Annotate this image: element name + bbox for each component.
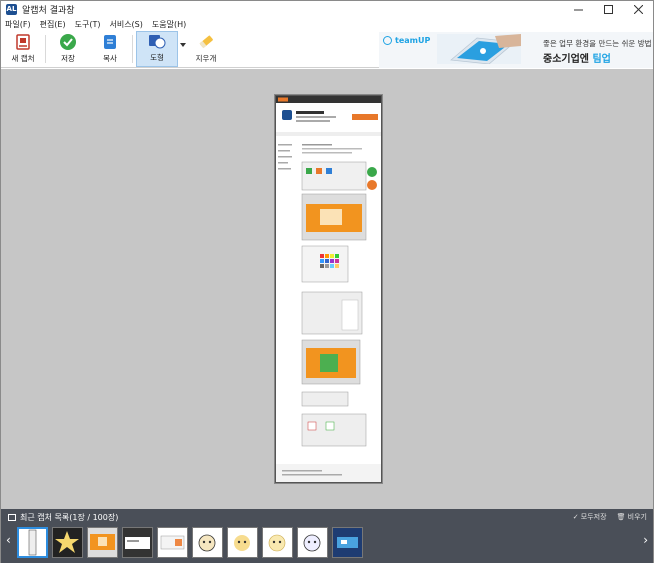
recent-captures-list — [17, 527, 367, 558]
copy-button[interactable]: 복사 — [95, 31, 125, 67]
shape-icon — [149, 35, 166, 49]
eraser-button[interactable]: 지우개 — [191, 31, 221, 67]
shape-dropdown[interactable] — [178, 31, 187, 67]
check-icon — [60, 34, 76, 50]
menu-help[interactable]: 도움말(H) — [152, 19, 186, 30]
ad-brand: teamUP — [383, 36, 430, 45]
minimize-icon — [573, 9, 583, 11]
thumbnail-image — [263, 528, 292, 557]
eraser-label: 지우개 — [195, 54, 217, 63]
ad-banner[interactable]: teamUP 좋은 업무 환경을 만드는 쉬운 방법 중소기업엔 팀업 — [379, 32, 653, 68]
shape-button[interactable]: 도형 — [136, 31, 178, 67]
minimize-button[interactable] — [563, 1, 593, 18]
capture-thumbnail[interactable] — [52, 527, 83, 558]
capture-thumbnail[interactable] — [227, 527, 258, 558]
capture-thumbnail[interactable] — [17, 527, 48, 558]
new-capture-label: 새 캡처 — [11, 54, 35, 63]
new-capture-icon — [16, 34, 30, 50]
ad-tagline: 좋은 업무 환경을 만드는 쉬운 방법 — [543, 39, 652, 48]
menu-edit[interactable]: 편집(E) — [40, 19, 66, 30]
toolbar-separator — [132, 35, 133, 63]
thumbnail-image — [333, 528, 362, 557]
menu-bar: 파일(F) 편집(E) 도구(T) 서비스(S) 도움말(H) — [1, 18, 195, 31]
close-icon — [633, 5, 643, 14]
maximize-button[interactable] — [593, 1, 623, 18]
menu-service[interactable]: 서비스(S) — [109, 19, 142, 30]
recent-captures-title: 최근 캡처 목록(1장 / 100장) — [20, 513, 119, 522]
save-all-button[interactable]: ✓ 모두저장 — [573, 512, 607, 522]
gallery-icon — [8, 514, 16, 521]
ad-brand-label: teamUP — [395, 36, 431, 45]
thumbnail-image — [53, 528, 82, 557]
thumbnail-image — [88, 528, 117, 557]
recent-captures-header: 최근 캡처 목록(1장 / 100장) — [8, 512, 118, 523]
thumbnail-image — [19, 529, 46, 556]
save-button[interactable]: 저장 — [53, 31, 83, 67]
window-controls — [563, 1, 653, 18]
clear-list-button[interactable]: 🗑 비우기 — [617, 512, 647, 522]
result-window: AL 알캡처 결과창 파일(F) 편집(E) 도구(T) 서비스(S) 도움말(… — [0, 0, 654, 563]
thumbnail-image — [123, 528, 152, 557]
app-icon: AL — [6, 4, 17, 15]
capture-thumbnail[interactable] — [332, 527, 363, 558]
thumbnail-image — [193, 528, 222, 557]
menu-tools[interactable]: 도구(T) — [75, 19, 101, 30]
toolbar-separator — [45, 35, 46, 63]
capture-thumbnail[interactable] — [122, 527, 153, 558]
thumbnail-image — [158, 528, 187, 557]
capture-thumbnail[interactable] — [192, 527, 223, 558]
chevron-down-icon — [179, 43, 186, 47]
save-label: 저장 — [61, 54, 75, 63]
window-title: 알캡처 결과창 — [22, 6, 75, 16]
shape-label: 도형 — [150, 53, 164, 62]
thumbnail-image — [298, 528, 327, 557]
capture-thumbnail[interactable] — [262, 527, 293, 558]
close-button[interactable] — [623, 1, 653, 18]
copy-icon — [104, 35, 116, 49]
eraser-icon — [199, 35, 213, 49]
ad-headline-prefix: 중소기업엔 — [543, 54, 593, 65]
maximize-icon — [603, 5, 613, 14]
menu-file[interactable]: 파일(F) — [5, 19, 31, 30]
chevron-left-icon[interactable]: ‹ — [6, 533, 11, 547]
title-bar: AL 알캡처 결과창 — [1, 1, 653, 18]
captured-image[interactable] — [275, 95, 382, 483]
chevron-right-icon[interactable]: › — [643, 533, 648, 547]
capture-thumbnail[interactable] — [157, 527, 188, 558]
copy-label: 복사 — [103, 54, 117, 63]
capture-thumbnail[interactable] — [87, 527, 118, 558]
ad-headline-highlight: 팀업 — [592, 54, 611, 65]
teamup-logo-icon — [383, 36, 392, 45]
ad-headline: 중소기업엔 팀업 — [543, 50, 611, 65]
capture-canvas[interactable] — [1, 69, 653, 509]
new-capture-button[interactable]: 새 캡처 — [7, 31, 39, 67]
recent-captures-actions: ✓ 모두저장 🗑 비우기 — [563, 512, 647, 522]
thumbnail-image — [228, 528, 257, 557]
captured-page-thumbnail — [276, 96, 381, 482]
recent-captures-panel: 최근 캡처 목록(1장 / 100장) ✓ 모두저장 🗑 비우기 ‹ › — [1, 509, 653, 563]
ad-device-illustration — [437, 34, 521, 64]
capture-thumbnail[interactable] — [297, 527, 328, 558]
